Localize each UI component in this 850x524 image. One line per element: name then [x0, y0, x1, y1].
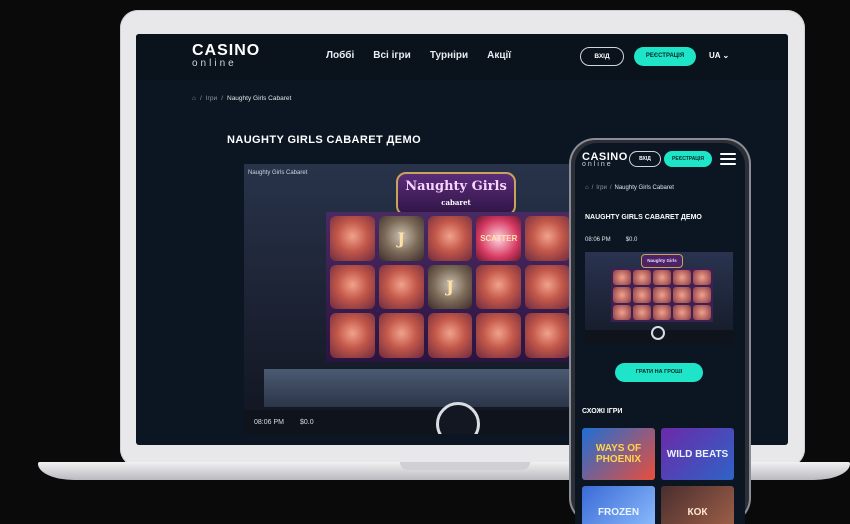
breadcrumb: ⌂ / Ігри / Naughty Girls Cabaret	[192, 95, 291, 102]
game-frame[interactable]: Naughty Girls Cabaret Naughty Girls caba…	[244, 164, 574, 434]
phone-breadcrumb-current: Naughty Girls Cabaret	[614, 185, 674, 191]
similar-game-card[interactable]: FROZEN	[582, 486, 655, 524]
nav-lobby[interactable]: Лоббі	[326, 50, 354, 61]
register-button[interactable]: РЕЄСТРАЦІЯ	[634, 47, 696, 66]
game-logo-text: Naughty Girls	[405, 179, 507, 194]
reel-symbol	[330, 216, 375, 261]
play-for-money-button[interactable]: ГРАТИ НА ГРОШІ	[615, 363, 703, 382]
breadcrumb-separator: /	[221, 95, 223, 102]
language-select[interactable]: UA ⌄	[709, 51, 729, 60]
game-stage	[264, 369, 574, 407]
breadcrumb-separator: /	[609, 185, 612, 191]
similar-games-title: СХОЖІ ІГРИ	[582, 408, 623, 415]
game-balance: $0.0	[299, 418, 314, 426]
slot-reels: J SCATTER J	[326, 212, 574, 362]
similar-game-card[interactable]: КОК	[661, 486, 734, 524]
reel-symbol: J	[378, 216, 424, 261]
game-status-bar: 08:06 PM $0.0	[244, 410, 574, 434]
chevron-down-icon: ⌄	[722, 51, 730, 60]
reel-symbol	[378, 264, 424, 310]
reel-symbol	[330, 264, 375, 310]
game-logo-sub: cabaret	[441, 198, 471, 207]
phone-slot-reels	[611, 268, 713, 322]
phone-breadcrumb: ⌂ / Ігри / Naughty Girls Cabaret	[585, 185, 674, 191]
home-icon[interactable]: ⌂	[585, 185, 589, 191]
phone-game-logo: Naughty Girls	[641, 254, 683, 268]
game-logo: Naughty Girls cabaret	[396, 172, 516, 216]
phone-game-meta: 08:06 PM $0.0	[585, 237, 637, 243]
page-title: NAUGHTY GIRLS CABARET ДЕМО	[227, 134, 422, 146]
reel-symbol	[330, 313, 375, 358]
laptop-notch	[400, 462, 530, 470]
main-nav: Лоббі Всі ігри Турніри Акції	[326, 50, 511, 61]
hamburger-menu-icon[interactable]	[720, 153, 736, 165]
site-header: CASINO online Лоббі Всі ігри Турніри Акц…	[136, 34, 788, 80]
phone-game-time: 08:06 PM	[585, 237, 611, 243]
similar-game-card[interactable]: WILD BEATS	[661, 428, 734, 480]
nav-promotions[interactable]: Акції	[487, 50, 511, 61]
nav-tournaments[interactable]: Турніри	[430, 50, 468, 61]
breadcrumb-separator: /	[591, 185, 594, 191]
phone-register-button[interactable]: РЕЄСТРАЦІЯ	[664, 151, 712, 167]
phone-page-title: NAUGHTY GIRLS CABARET ДЕМО	[585, 214, 702, 221]
reel-symbol	[427, 313, 473, 358]
breadcrumb-games[interactable]: Ігри	[206, 95, 217, 102]
reel-symbol	[525, 216, 570, 261]
reel-symbol	[476, 313, 522, 358]
scatter-symbol: SCATTER	[476, 216, 522, 261]
reel-symbol	[525, 313, 570, 358]
language-value: UA	[709, 51, 721, 60]
reel-symbol: J	[427, 264, 473, 310]
game-frame-name: Naughty Girls Cabaret	[248, 170, 308, 176]
reel-symbol	[525, 264, 570, 310]
phone-screen: CASINO online ВХІД РЕЄСТРАЦІЯ ⌂ / Ігри /…	[575, 143, 745, 524]
home-icon[interactable]: ⌂	[192, 95, 196, 102]
login-button[interactable]: ВХІД	[580, 47, 624, 66]
game-time: 08:06 PM	[254, 418, 284, 426]
phone-logo[interactable]: CASINO online	[582, 151, 628, 168]
similar-game-card[interactable]: WAYS OF PHOENIX	[582, 428, 655, 480]
phone-game-frame[interactable]: Naughty Girls	[585, 252, 733, 344]
reel-symbol	[427, 216, 473, 261]
breadcrumb-separator: /	[199, 95, 202, 102]
reel-symbol	[378, 313, 424, 358]
phone-login-button[interactable]: ВХІД	[629, 151, 661, 167]
phone-spin-button[interactable]	[651, 326, 665, 340]
site-logo[interactable]: CASINO online	[192, 42, 260, 69]
reel-symbol	[476, 264, 522, 310]
breadcrumb-current: Naughty Girls Cabaret	[227, 95, 292, 102]
nav-all-games[interactable]: Всі ігри	[373, 50, 411, 61]
phone-game-balance: $0.0	[625, 237, 638, 243]
phone-breadcrumb-games[interactable]: Ігри	[596, 185, 607, 191]
